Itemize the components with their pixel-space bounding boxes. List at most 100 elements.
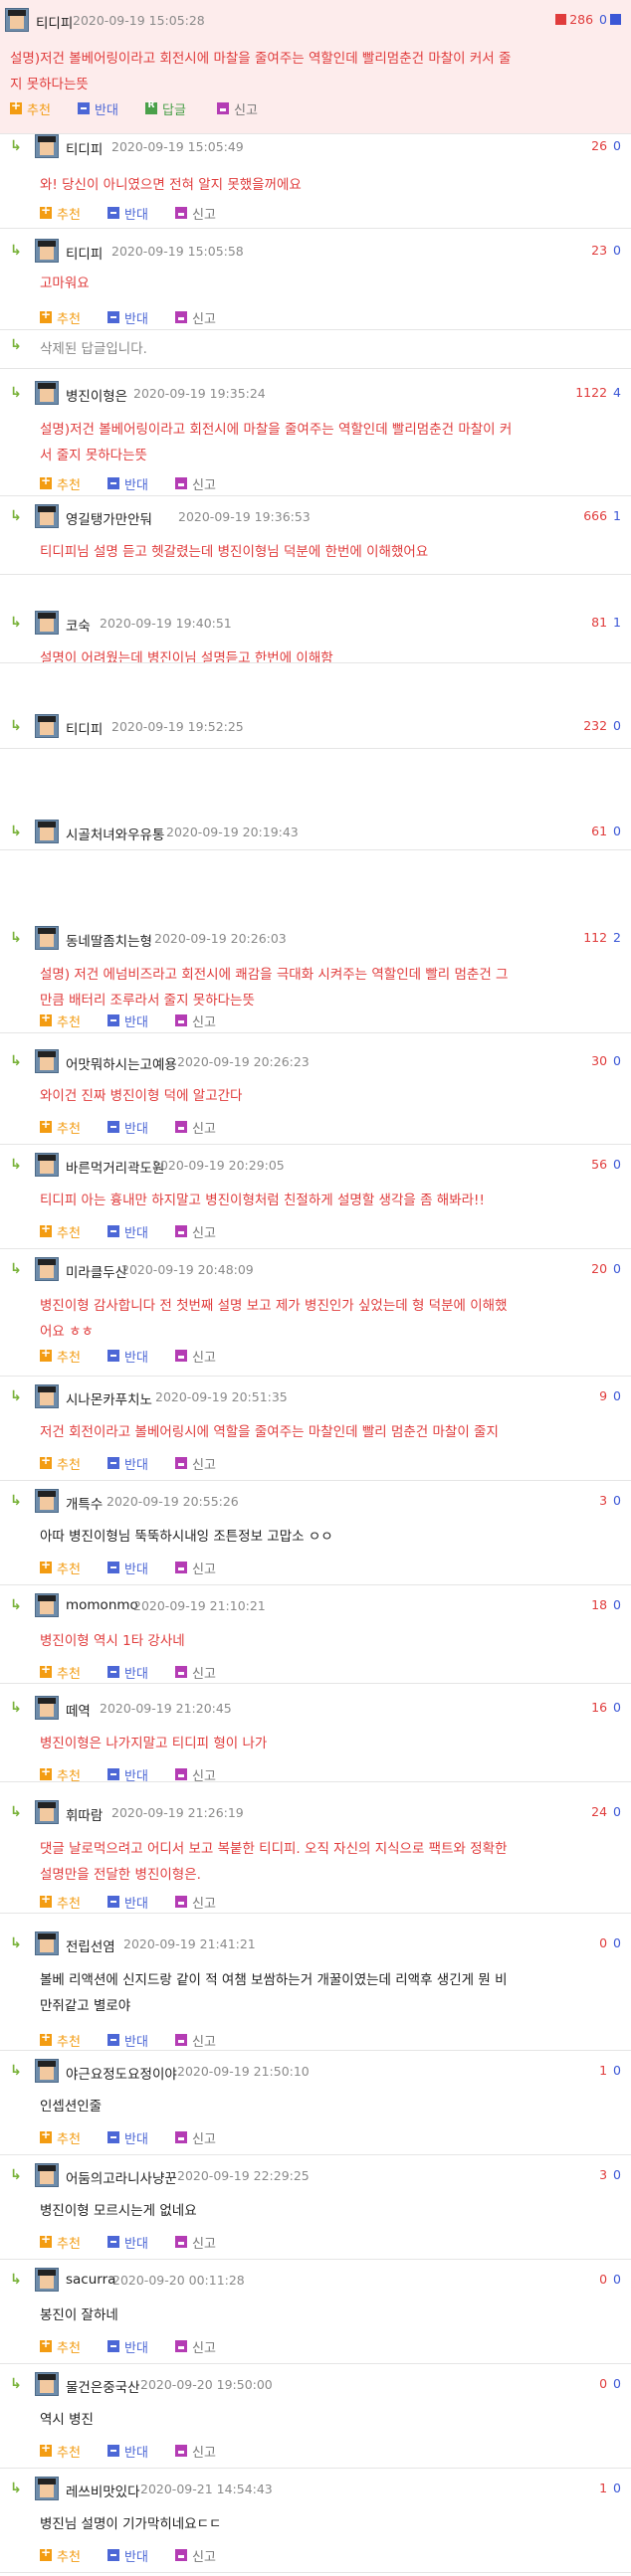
report-button[interactable]: 신고 [175,1662,216,1682]
report-button[interactable]: 신고 [175,2232,216,2252]
report-button[interactable]: 신고 [175,1221,216,1241]
nickname[interactable]: 어둠의고라니사냥꾼 [66,2167,177,2187]
avatar[interactable] [35,1932,59,1955]
report-button[interactable]: 신고 [175,1558,216,1577]
nickname[interactable]: 떼역 [66,1700,91,1720]
report-button[interactable]: 신고 [175,1764,216,1781]
avatar[interactable] [35,381,59,405]
report-button[interactable]: 신고 [175,1453,216,1473]
nickname[interactable]: 티디피 [66,243,103,263]
nickname[interactable]: 시골처녀와우유통 [66,824,164,843]
report-button[interactable]: 신고 [175,1346,216,1366]
oppose-button[interactable]: 반대 [107,1221,148,1241]
avatar[interactable] [35,2477,59,2500]
avatar[interactable] [35,820,59,843]
nickname[interactable]: sacurra [66,2272,115,2288]
oppose-button[interactable]: 반대 [107,307,148,327]
avatar[interactable] [35,1800,59,1824]
avatar[interactable] [35,2268,59,2292]
oppose-button[interactable]: 반대 [78,98,118,118]
avatar[interactable] [5,8,29,32]
avatar[interactable] [35,1489,59,1513]
report-button[interactable]: 신고 [175,1117,216,1137]
recommend-button[interactable]: 추천 [40,1764,81,1781]
recommend-button[interactable]: 추천 [40,1662,81,1682]
avatar[interactable] [35,134,59,158]
report-button[interactable]: 신고 [175,1011,216,1030]
avatar[interactable] [35,611,59,635]
oppose-button[interactable]: 반대 [107,1764,148,1781]
oppose-button[interactable]: 반대 [107,2232,148,2252]
recommend-button[interactable]: 추천 [40,2545,81,2565]
oppose-button[interactable]: 반대 [107,2545,148,2565]
recommend-button[interactable]: 추천 [10,98,51,118]
oppose-button[interactable]: 반대 [107,2441,148,2461]
reply-button[interactable]: 답글 [145,98,186,118]
report-button[interactable]: 신고 [175,307,216,327]
report-button[interactable]: 신고 [175,2336,216,2356]
nickname[interactable]: 병진이형은 [66,385,127,405]
avatar[interactable] [35,1049,59,1073]
recommend-button[interactable]: 추천 [40,2336,81,2356]
avatar[interactable] [35,1384,59,1408]
avatar[interactable] [35,239,59,263]
avatar[interactable] [35,926,59,950]
avatar[interactable] [35,504,59,528]
oppose-button[interactable]: 반대 [107,1892,148,1912]
recommend-button[interactable]: 추천 [40,1892,81,1912]
nickname[interactable]: 물건은중국산 [66,2376,140,2396]
recommend-button[interactable]: 추천 [40,1346,81,1366]
oppose-button[interactable]: 반대 [107,1346,148,1366]
report-button[interactable]: 신고 [217,98,258,118]
avatar[interactable] [35,2372,59,2396]
avatar[interactable] [35,2059,59,2083]
oppose-button[interactable]: 반대 [107,1453,148,1473]
nickname[interactable]: 티디피 [66,138,103,158]
nickname[interactable]: 티디피 [36,12,73,32]
report-button[interactable]: 신고 [175,2127,216,2147]
report-button[interactable]: 신고 [175,2030,216,2050]
recommend-button[interactable]: 추천 [40,1117,81,1137]
oppose-button[interactable]: 반대 [107,1662,148,1682]
oppose-button[interactable]: 반대 [107,2336,148,2356]
oppose-button[interactable]: 반대 [107,1558,148,1577]
recommend-button[interactable]: 추천 [40,1011,81,1030]
nickname[interactable]: 전립선염 [66,1935,115,1955]
recommend-button[interactable]: 추천 [40,2232,81,2252]
avatar[interactable] [35,1696,59,1720]
recommend-button[interactable]: 추천 [40,473,81,493]
recommend-button[interactable]: 추천 [40,2030,81,2050]
nickname[interactable]: momonmo [66,1597,138,1613]
nickname[interactable]: 시나몬카푸치노 [66,1388,152,1408]
recommend-button[interactable]: 추천 [40,1221,81,1241]
nickname[interactable]: 코숙 [66,615,91,635]
report-button[interactable]: 신고 [175,2441,216,2461]
nickname[interactable]: 영길탱가만안둬 [66,508,152,528]
oppose-button[interactable]: 반대 [107,473,148,493]
avatar[interactable] [35,1257,59,1281]
oppose-button[interactable]: 반대 [107,203,148,223]
avatar[interactable] [35,714,59,738]
recommend-button[interactable]: 추천 [40,307,81,327]
report-button[interactable]: 신고 [175,1892,216,1912]
avatar[interactable] [35,1153,59,1177]
oppose-button[interactable]: 반대 [107,2030,148,2050]
nickname[interactable]: 바른먹거리곽도원 [66,1157,164,1177]
recommend-button[interactable]: 추천 [40,2441,81,2461]
nickname[interactable]: 미라클두산 [66,1261,127,1281]
oppose-button[interactable]: 반대 [107,1117,148,1137]
oppose-button[interactable]: 반대 [107,2127,148,2147]
nickname[interactable]: 야근요정도요정이야 [66,2063,177,2083]
report-button[interactable]: 신고 [175,203,216,223]
nickname[interactable]: 어맛뭐하시는고예용 [66,1053,177,1073]
nickname[interactable]: 동네딸좀치는형 [66,930,152,950]
nickname[interactable]: 개특수 [66,1493,103,1513]
nickname[interactable]: 티디피 [66,718,103,738]
report-button[interactable]: 신고 [175,473,216,493]
avatar[interactable] [35,1593,59,1617]
recommend-button[interactable]: 추천 [40,1453,81,1473]
avatar[interactable] [35,2163,59,2187]
nickname[interactable]: 레쓰비맛있다 [66,2481,140,2500]
recommend-button[interactable]: 추천 [40,2127,81,2147]
nickname[interactable]: 휘따람 [66,1804,103,1824]
